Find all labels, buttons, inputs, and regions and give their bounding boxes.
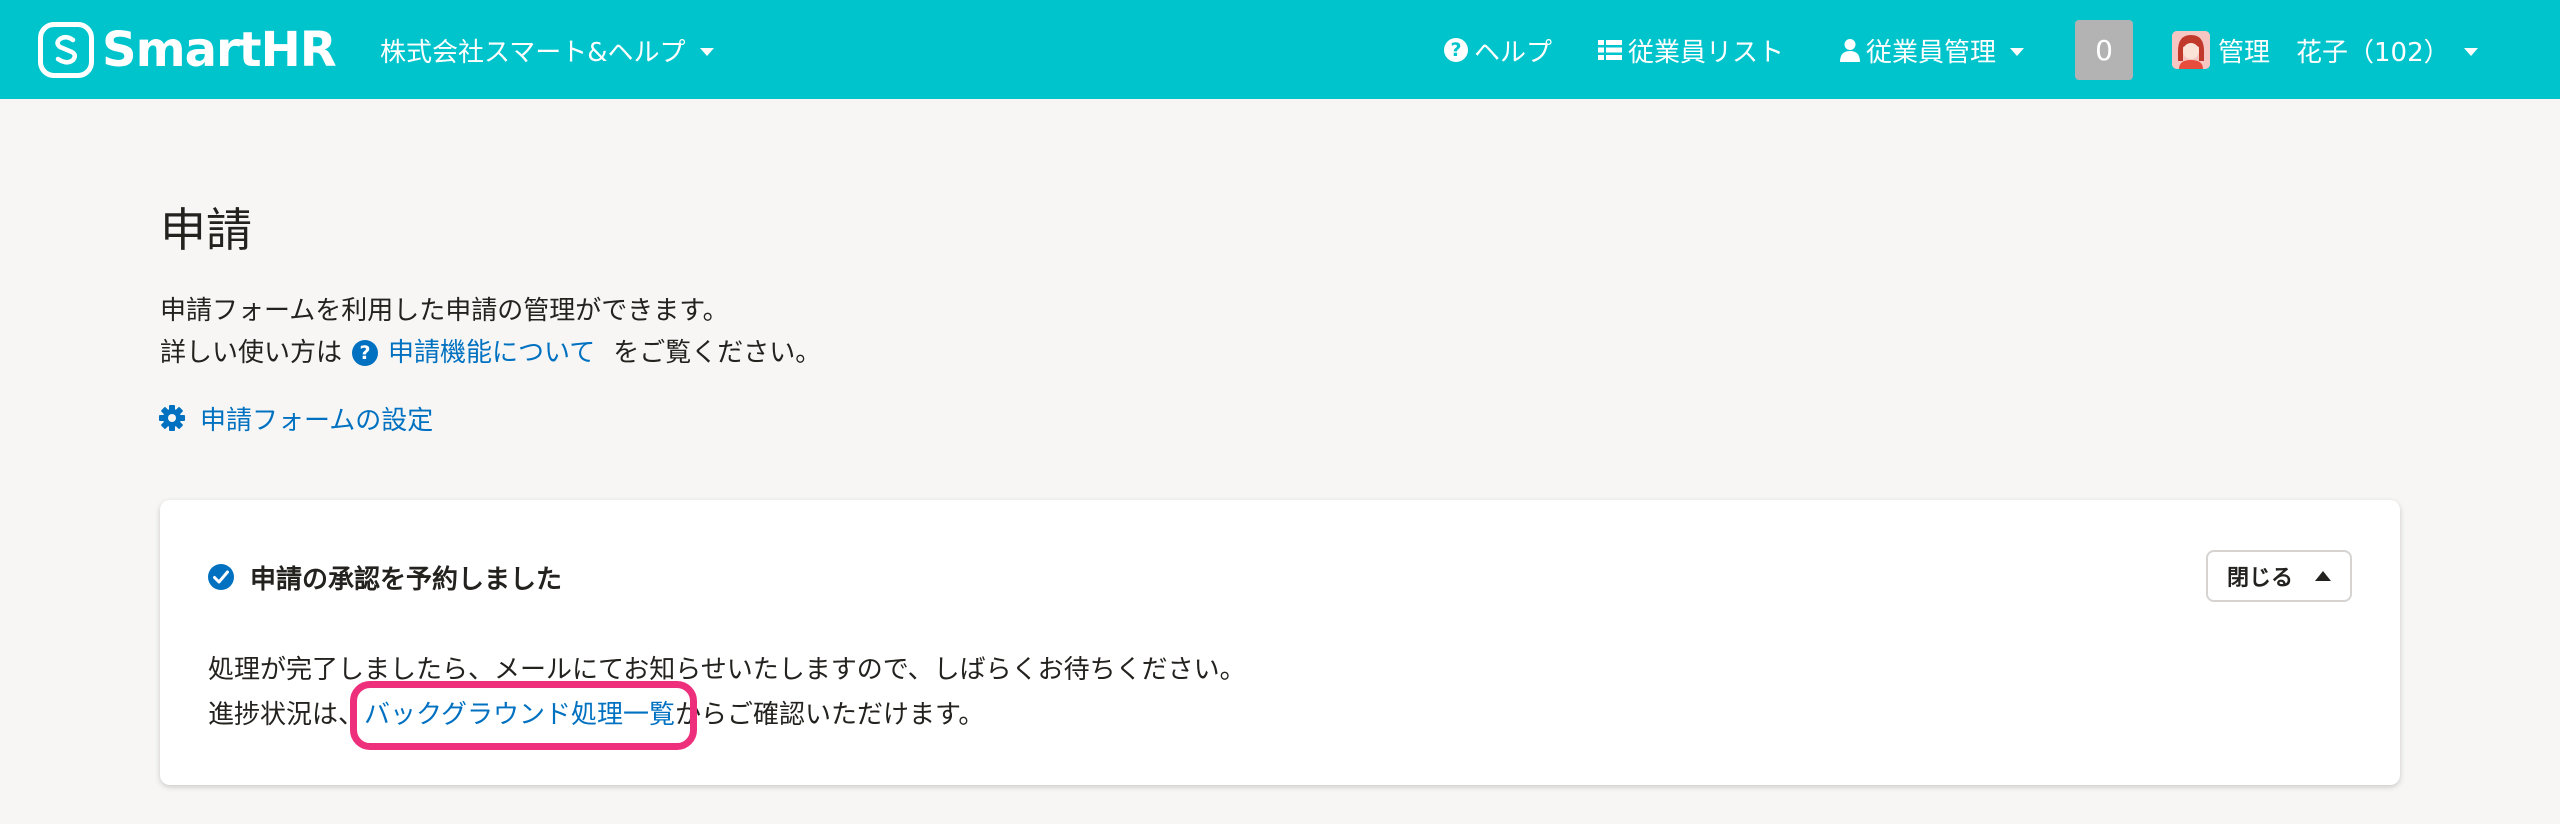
notification-badge[interactable]: 0 (2075, 20, 2133, 80)
help-menu[interactable]: ? ヘルプ (1444, 30, 1552, 70)
avatar (2172, 31, 2210, 69)
smarthr-logo[interactable]: SmartHR (38, 22, 337, 78)
employee-list-label: 従業員リスト (1628, 37, 1785, 68)
help-label: ヘルプ (1474, 37, 1553, 68)
list-icon (1598, 39, 1622, 61)
notice-line-2: 進捗状況は、 バックグラウンド処理一覧 からご確認いただけます。 (208, 681, 1246, 750)
description-line-1: 申請フォームを利用した申請の管理ができます。 (160, 290, 821, 332)
notice-suffix: からご確認いただけます。 (674, 700, 985, 730)
description-suffix: をご覧ください。 (613, 338, 822, 368)
description-text-1: 申請フォームを利用した申請の管理ができます。 (160, 296, 729, 326)
user-name: 管理 花子（102） (2218, 37, 2450, 68)
highlighted-link-wrapper: バックグラウンド処理一覧 (350, 681, 697, 750)
employee-manage-menu[interactable]: 従業員管理 (1840, 30, 2025, 70)
background-jobs-link[interactable]: バックグラウンド処理一覧 (364, 700, 675, 730)
employee-list-link[interactable]: 従業員リスト (1598, 30, 1784, 70)
caret-up-icon (2315, 571, 2331, 581)
success-notice-panel: 申請の承認を予約しました 閉じる 処理が完了しましたら、メールにてお知らせいたし… (160, 500, 2400, 785)
question-circle-icon: ? (1444, 38, 1468, 62)
close-button-label: 閉じる (2226, 566, 2293, 591)
notice-header: 申請の承認を予約しました (208, 557, 562, 597)
company-switcher[interactable]: 株式会社スマート&ヘルプ (380, 30, 714, 70)
form-settings-label: 申請フォームの設定 (200, 405, 434, 436)
chevron-down-icon (2463, 48, 2478, 56)
notice-line-1: 処理が完了しましたら、メールにてお知らせいたしますので、しばらくお待ちください。 (208, 648, 1246, 693)
employee-manage-label: 従業員管理 (1866, 37, 1997, 68)
close-notice-button[interactable]: 閉じる (2206, 550, 2352, 602)
notice-body: 処理が完了しましたら、メールにてお知らせいたしますので、しばらくお待ちください。… (208, 648, 1246, 750)
description-prefix: 詳しい使い方は (160, 338, 343, 368)
help-article-link[interactable]: 申請機能について (388, 332, 595, 374)
chevron-down-icon (2010, 48, 2025, 56)
logo-text: SmartHR (102, 22, 337, 78)
notice-prefix: 進捗状況は、 (208, 700, 365, 730)
question-circle-icon: ? (352, 340, 379, 366)
form-settings-link[interactable]: 申請フォームの設定 (158, 398, 433, 438)
company-name: 株式会社スマート&ヘルプ (380, 37, 686, 68)
user-icon (1840, 38, 1860, 62)
notice-title: 申請の承認を予約しました (250, 564, 563, 595)
gear-icon (158, 404, 186, 432)
page-description: 申請フォームを利用した申請の管理ができます。 詳しい使い方は ? 申請機能につい… (160, 290, 821, 374)
top-header: SmartHR 株式会社スマート&ヘルプ ? ヘルプ 従業員リスト 従業員管理 … (0, 0, 2560, 99)
check-circle-icon (208, 564, 234, 590)
user-menu[interactable]: 管理 花子（102） (2172, 30, 2478, 70)
page-title: 申請 (160, 203, 252, 257)
chevron-down-icon (699, 48, 714, 56)
notice-text-1: 処理が完了しましたら、メールにてお知らせいたしますので、しばらくお待ちください。 (208, 655, 1246, 685)
logo-s-icon (38, 22, 94, 78)
description-line-2: 詳しい使い方は ? 申請機能について をご覧ください。 (160, 332, 821, 374)
